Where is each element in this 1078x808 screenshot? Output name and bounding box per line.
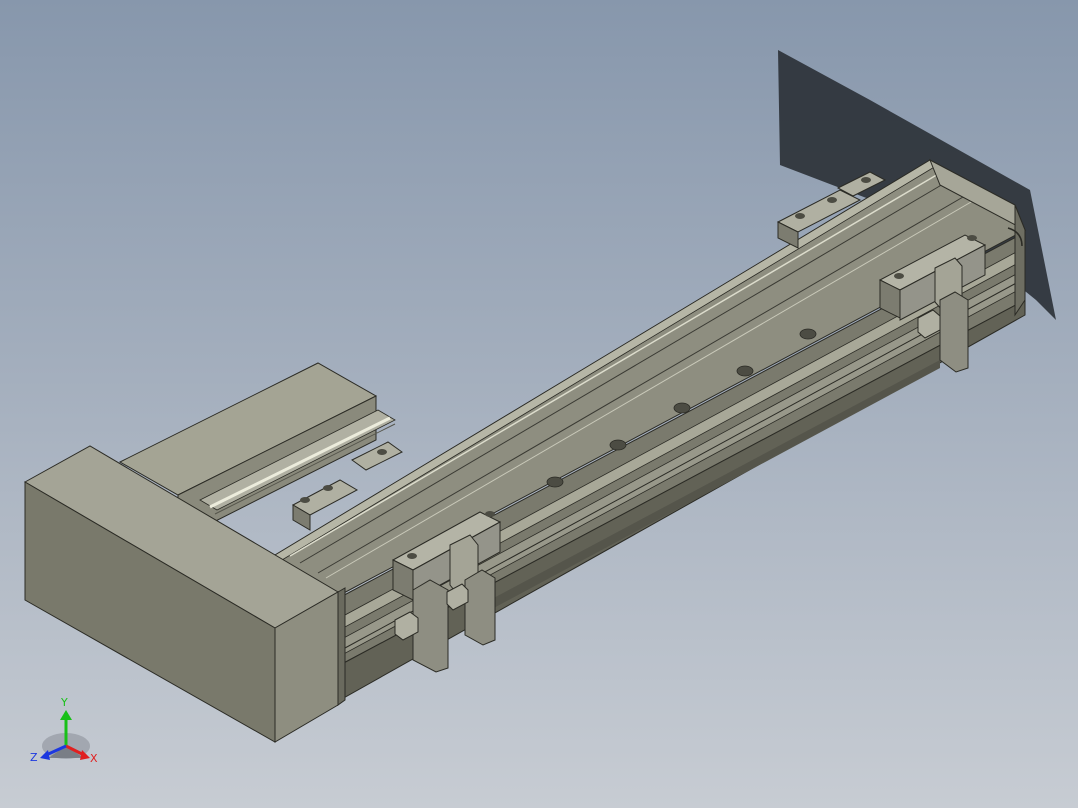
view-orientation-triad[interactable]: Y X Z <box>26 696 106 776</box>
rail-body[interactable] <box>274 158 1026 701</box>
rail-end-plate <box>337 587 346 706</box>
graphics-viewport[interactable]: Y X Z <box>0 0 1078 808</box>
linear-actuator-model[interactable] <box>0 0 1078 808</box>
triad-y-label: Y <box>61 696 68 709</box>
triad-z-label: Z <box>30 751 38 764</box>
triad-x-label: X <box>90 752 98 765</box>
